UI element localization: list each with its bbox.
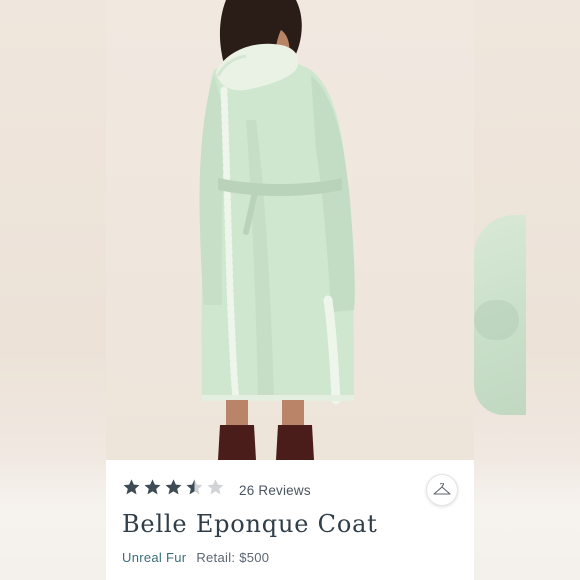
product-meta: Unreal Fur Retail: $500: [122, 550, 269, 565]
star-rating: [122, 478, 227, 502]
save-button[interactable]: [426, 474, 458, 506]
reviews-count[interactable]: 26 Reviews: [239, 483, 311, 498]
brand-link[interactable]: Unreal Fur: [122, 550, 186, 565]
star-icon: [165, 479, 182, 495]
retail-price: Retail: $500: [196, 550, 270, 565]
product-photo[interactable]: [106, 0, 474, 460]
star-icon: [186, 479, 203, 495]
star-icon: [144, 479, 161, 495]
coat-model-illustration: [199, 0, 355, 460]
star-icon: [123, 479, 140, 495]
star-icon: [207, 479, 224, 495]
product-title: Belle Eponque Coat: [122, 510, 378, 538]
product-card[interactable]: 26 Reviews Belle Eponque Coat Unreal Fur…: [106, 460, 474, 580]
rating-row: 26 Reviews: [122, 478, 311, 502]
hanger-icon: [433, 483, 451, 495]
